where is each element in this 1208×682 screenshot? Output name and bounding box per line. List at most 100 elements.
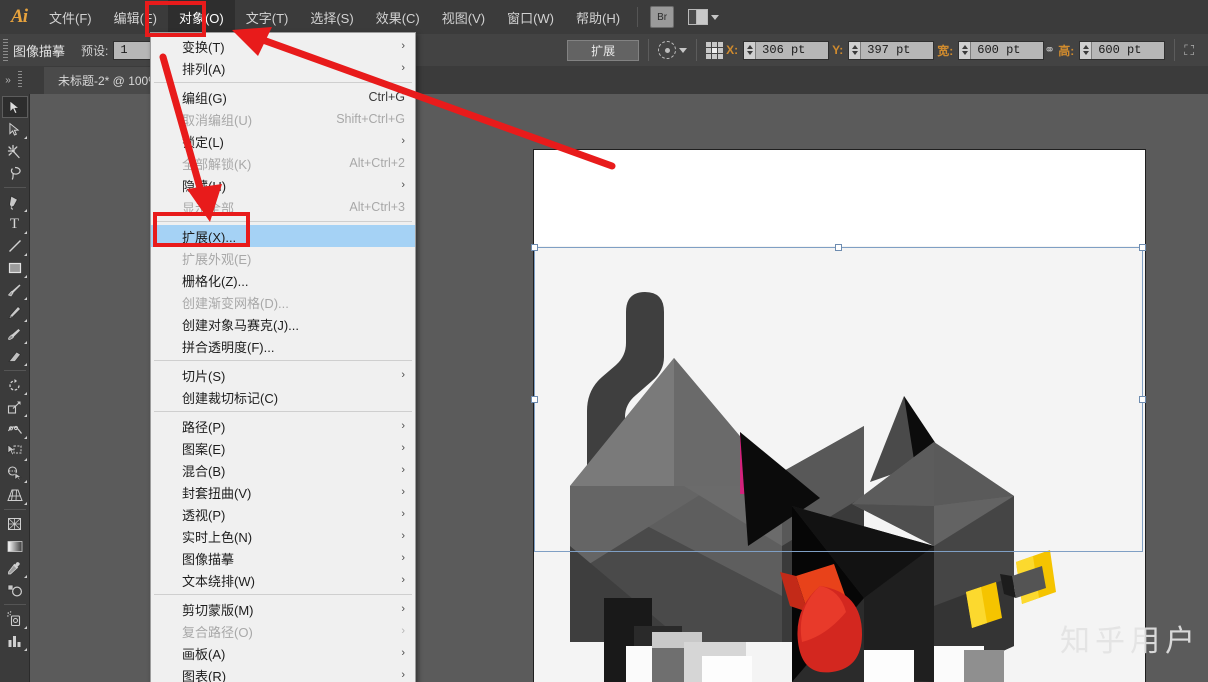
menu-view[interactable]: 视图(V)	[431, 0, 496, 34]
x-stepper[interactable]	[744, 41, 757, 59]
y-field[interactable]: 397 pt	[848, 40, 935, 60]
shape-builder-tool[interactable]	[2, 462, 28, 484]
menu-item-label: 拼合透明度(F)...	[182, 339, 275, 355]
blend-tool[interactable]	[2, 579, 28, 601]
menu-item-label: 文本绕排(W)	[182, 573, 255, 589]
menu-item-17[interactable]: 图案(E) ›	[151, 437, 415, 459]
menu-item-13[interactable]: 拼合透明度(F)...	[151, 335, 415, 357]
menu-window[interactable]: 窗口(W)	[496, 0, 565, 34]
type-tool[interactable]: T	[2, 213, 28, 235]
line-segment-tool[interactable]	[2, 235, 28, 257]
mesh-tool[interactable]	[2, 513, 28, 535]
menu-item-4[interactable]: 锁定(L) ›	[151, 130, 415, 152]
selection-bounding-box[interactable]	[534, 247, 1143, 552]
tab-bar-grip[interactable]	[18, 71, 22, 89]
menu-item-14[interactable]: 切片(S) ›	[151, 364, 415, 386]
y-stepper[interactable]	[849, 41, 862, 59]
free-transform-tool[interactable]	[2, 440, 28, 462]
perspective-grid-tool[interactable]	[2, 484, 28, 506]
selection-handle-ml[interactable]	[531, 396, 538, 403]
column-graph-tool[interactable]	[2, 630, 28, 652]
menu-item-label: 变换(T)	[182, 39, 225, 55]
x-field[interactable]: 306 pt	[743, 40, 830, 60]
toolbox-divider	[3, 187, 26, 188]
menu-item-1[interactable]: 排列(A) ›	[151, 57, 415, 79]
menu-item-18[interactable]: 混合(B) ›	[151, 459, 415, 481]
menu-item-20[interactable]: 透视(P) ›	[151, 503, 415, 525]
gradient-tool[interactable]	[2, 535, 28, 557]
menu-help[interactable]: 帮助(H)	[565, 0, 631, 34]
rectangle-tool[interactable]	[2, 257, 28, 279]
submenu-chevron-right-icon: ›	[401, 420, 405, 432]
menu-item-label: 创建渐变网格(D)...	[182, 295, 289, 311]
menu-item-15[interactable]: 创建裁切标记(C)	[151, 386, 415, 408]
menu-item-21[interactable]: 实时上色(N) ›	[151, 525, 415, 547]
transform-panel-icon[interactable]: ⛶	[1184, 42, 1194, 59]
height-field[interactable]: 600 pt	[1079, 40, 1166, 60]
menu-object[interactable]: 对象(O)	[167, 0, 235, 34]
magic-wand-tool[interactable]	[2, 140, 28, 162]
menu-divider	[637, 7, 639, 27]
symbol-sprayer-tool[interactable]	[2, 608, 28, 630]
menu-item-6[interactable]: 隐藏(H) ›	[151, 174, 415, 196]
menu-item-24[interactable]: 剪切蒙版(M) ›	[151, 598, 415, 620]
scale-tool[interactable]	[2, 396, 28, 418]
constrain-proportions-icon[interactable]: ⚭	[1044, 42, 1055, 58]
control-divider-2	[696, 39, 698, 61]
expand-button[interactable]: 扩展	[567, 39, 640, 61]
menu-separator	[154, 594, 412, 595]
menu-edit[interactable]: 编辑(E)	[103, 0, 168, 34]
menu-item-label: 编组(G)	[182, 90, 227, 106]
width-tool[interactable]	[2, 418, 28, 440]
bridge-icon[interactable]: Br	[650, 6, 675, 28]
pen-tool[interactable]	[2, 191, 28, 213]
submenu-chevron-right-icon: ›	[401, 574, 405, 586]
menu-type[interactable]: 文字(T)	[235, 0, 300, 34]
selection-handle-mr[interactable]	[1139, 396, 1146, 403]
select-similar-button[interactable]	[658, 41, 688, 59]
width-field[interactable]: 600 pt	[958, 40, 1045, 60]
direct-selection-tool[interactable]	[2, 118, 28, 140]
width-value: 600 pt	[977, 43, 1021, 57]
blob-brush-tool[interactable]	[2, 323, 28, 345]
menu-item-label: 复合路径(O)	[182, 624, 253, 640]
menu-item-label: 路径(P)	[182, 419, 226, 435]
eyedropper-tool[interactable]	[2, 557, 28, 579]
height-stepper[interactable]	[1080, 41, 1093, 59]
workspace-switcher[interactable]	[688, 9, 720, 25]
pencil-tool[interactable]	[2, 301, 28, 323]
control-bar-grip[interactable]	[3, 39, 8, 61]
menu-effect[interactable]: 效果(C)	[365, 0, 431, 34]
menu-item-0[interactable]: 变换(T) ›	[151, 35, 415, 57]
panel-expand-icon[interactable]: »	[0, 66, 16, 94]
menu-file[interactable]: 文件(F)	[38, 0, 103, 34]
selection-handle-tc[interactable]	[835, 244, 842, 251]
selection-tool[interactable]	[1, 96, 28, 118]
menu-item-22[interactable]: 图像描摹 ›	[151, 547, 415, 569]
eraser-tool[interactable]	[2, 345, 28, 367]
menu-item-27[interactable]: 图表(R) ›	[151, 664, 415, 682]
workspace-layout-icon	[688, 9, 709, 25]
preset-label: 预设:	[81, 43, 109, 58]
rotate-tool[interactable]	[2, 374, 28, 396]
menu-item-23[interactable]: 文本绕排(W) ›	[151, 569, 415, 591]
menu-item-12[interactable]: 创建对象马赛克(J)...	[151, 313, 415, 335]
menu-item-10[interactable]: 栅格化(Z)...	[151, 269, 415, 291]
width-label: 宽:	[937, 43, 954, 58]
menu-item-label: 栅格化(Z)...	[182, 273, 249, 289]
menu-item-19[interactable]: 封套扭曲(V) ›	[151, 481, 415, 503]
lasso-tool[interactable]	[2, 162, 28, 184]
reference-point-icon[interactable]	[706, 41, 724, 59]
object-menu-dropdown[interactable]: 变换(T) › 排列(A) › 编组(G) Ctrl+G 取消编组(U) Shift+Ctrl…	[150, 32, 416, 682]
menu-select[interactable]: 选择(S)	[299, 0, 364, 34]
menu-item-8[interactable]: 扩展(X)...	[151, 225, 415, 247]
menu-item-26[interactable]: 画板(A) ›	[151, 642, 415, 664]
selection-handle-tl[interactable]	[531, 244, 538, 251]
selection-handle-tr[interactable]	[1139, 244, 1146, 251]
width-stepper[interactable]	[959, 41, 972, 59]
menu-item-16[interactable]: 路径(P) ›	[151, 415, 415, 437]
paintbrush-tool[interactable]	[2, 279, 28, 301]
menu-item-11: 创建渐变网格(D)...	[151, 291, 415, 313]
select-similar-icon	[658, 41, 677, 59]
menu-item-2[interactable]: 编组(G) Ctrl+G	[151, 86, 415, 108]
